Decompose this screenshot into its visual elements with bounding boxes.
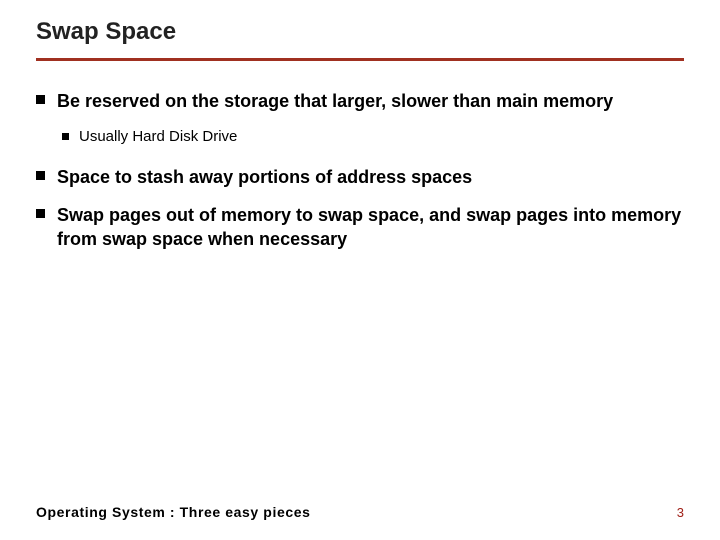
page-title: Swap Space [36, 18, 684, 46]
square-bullet-icon [62, 133, 69, 140]
bullet-text: Swap pages out of memory to swap space, … [57, 203, 684, 252]
slide: Swap Space Be reserved on the storage th… [0, 0, 720, 540]
bullet-l2: Usually Hard Disk Drive [62, 127, 684, 147]
footer: Operating System : Three easy pieces 3 [36, 504, 684, 520]
footer-source: Operating System : Three easy pieces [36, 504, 311, 520]
title-underline [36, 58, 684, 61]
page-number: 3 [677, 505, 684, 520]
bullet-l1: Be reserved on the storage that larger, … [36, 89, 684, 113]
square-bullet-icon [36, 171, 45, 180]
bullet-l1: Swap pages out of memory to swap space, … [36, 203, 684, 252]
bullet-text: Usually Hard Disk Drive [79, 127, 237, 147]
bullet-text: Be reserved on the storage that larger, … [57, 89, 613, 113]
bullet-text: Space to stash away portions of address … [57, 165, 472, 189]
square-bullet-icon [36, 209, 45, 218]
bullet-l1: Space to stash away portions of address … [36, 165, 684, 189]
square-bullet-icon [36, 95, 45, 104]
